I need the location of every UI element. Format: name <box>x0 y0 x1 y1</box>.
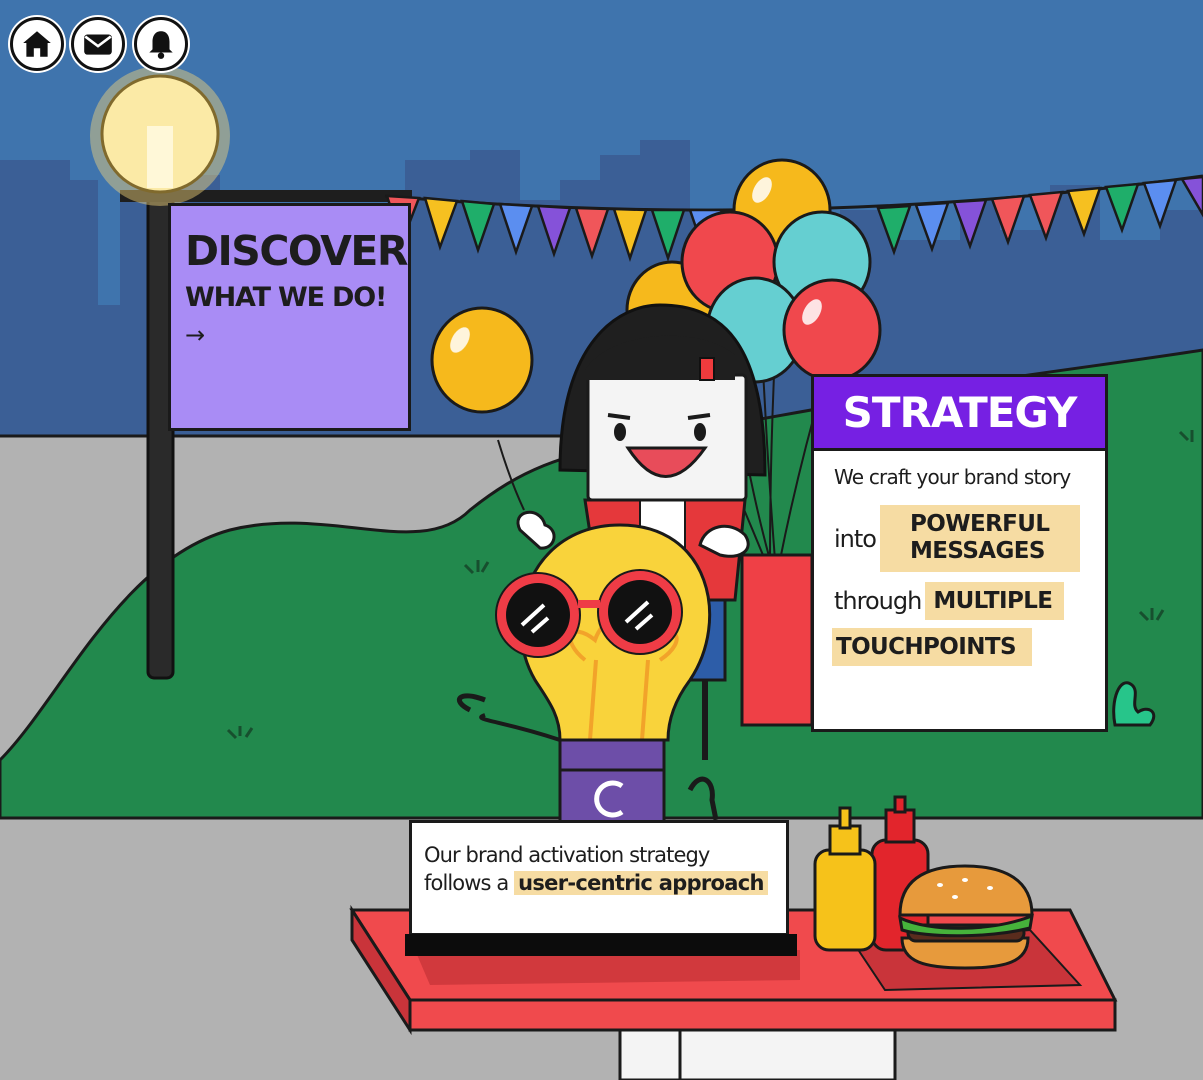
highlight-messages: MESSAGES <box>909 538 1045 564</box>
strategy-through: through <box>834 587 922 615</box>
bell-icon <box>149 31 173 59</box>
info-card-stand <box>405 934 797 956</box>
arrow-right-icon[interactable]: → <box>185 321 408 349</box>
highlight-powerful-messages: POWERFUL MESSAGES <box>879 505 1080 572</box>
info-line-2-prefix: follows a <box>424 871 509 895</box>
mail-icon <box>84 34 112 55</box>
info-card: Our brand activation strategy follows a … <box>409 820 789 936</box>
highlight-multiple: MULTIPLE <box>925 582 1065 620</box>
info-line-1: Our brand activation strategy <box>424 843 710 867</box>
home-icon <box>23 31 51 57</box>
notifications-button[interactable] <box>134 17 188 71</box>
discover-title: DISCOVER <box>185 227 408 275</box>
strategy-title: STRATEGY <box>814 377 1105 451</box>
discover-sign[interactable]: DISCOVER WHAT WE DO! → <box>168 203 411 431</box>
strategy-board: STRATEGY We craft your brand story into … <box>811 374 1108 732</box>
mail-button[interactable] <box>71 17 125 71</box>
highlight-powerful: POWERFUL <box>909 511 1050 537</box>
highlight-touchpoints: TOUCHPOINTS <box>832 628 1032 666</box>
info-line-2: follows a user-centric approach <box>424 871 786 895</box>
girl-face <box>586 373 748 502</box>
gift-bag <box>740 553 814 727</box>
info-highlight: user-centric approach <box>514 871 768 895</box>
discover-subtitle: WHAT WE DO! <box>185 282 387 313</box>
home-button[interactable] <box>10 17 64 71</box>
lamp-filament <box>147 126 173 188</box>
strategy-line-1: We craft your brand story <box>834 465 1071 489</box>
strategy-into: into <box>834 524 877 553</box>
